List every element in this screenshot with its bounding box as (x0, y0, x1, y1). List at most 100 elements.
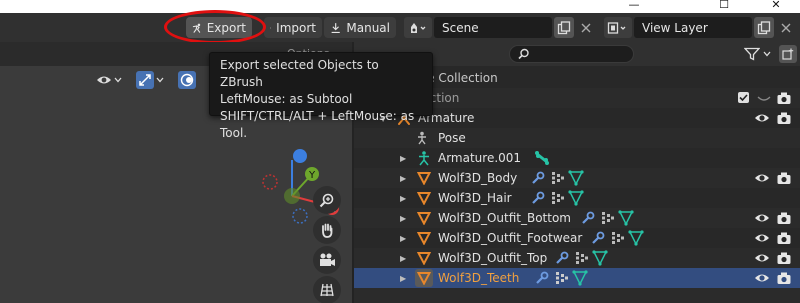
outliner-search-input[interactable] (509, 45, 634, 63)
maximize-button[interactable]: ☐ (704, 0, 744, 12)
wrench-modifier-icon (590, 230, 606, 246)
new-view-layer-button[interactable] (754, 17, 774, 38)
row-label: Wolf3D_Outfit_Footwear (438, 231, 583, 245)
mesh-icon (416, 250, 432, 266)
chevron-down-icon (114, 77, 122, 83)
expand-arrow-icon[interactable]: ▶ (400, 254, 406, 263)
visibility-dropdown[interactable] (92, 70, 126, 90)
new-collection-icon (782, 48, 794, 60)
mesh-icon (416, 210, 432, 226)
top-bar: Export Import Manual Scene View Layer (0, 13, 800, 42)
scene-type-dropdown[interactable] (404, 17, 432, 38)
expand-arrow-icon[interactable]: ▶ (400, 234, 406, 243)
outliner-row-wolf3d-outfit-top[interactable]: ▶ Wolf3D_Outfit_Top (354, 248, 800, 268)
camera-render-icon[interactable] (776, 270, 792, 286)
export-button[interactable]: Export (186, 17, 252, 38)
grid-icon (320, 283, 334, 297)
expand-arrow-icon[interactable]: ▶ (400, 174, 406, 183)
row-label: Pose (438, 131, 466, 145)
expand-arrow-icon[interactable]: ▶ (400, 194, 406, 203)
import-button[interactable]: Import (264, 17, 322, 38)
camera-view-button[interactable] (313, 246, 341, 274)
camera-render-icon[interactable] (776, 250, 792, 266)
eye-icon[interactable] (754, 110, 770, 126)
delete-scene-button[interactable] (576, 17, 596, 38)
vertex-groups-icon (554, 270, 570, 286)
minimize-button[interactable]: — (614, 0, 654, 12)
close-icon (781, 23, 791, 32)
eye-icon[interactable] (754, 250, 770, 266)
overlay-dropdown[interactable] (174, 70, 200, 90)
row-label: Wolf3D_Outfit_Top (438, 251, 548, 265)
expand-arrow-icon[interactable]: ▶ (400, 214, 406, 223)
eye-icon[interactable] (754, 170, 770, 186)
wrench-modifier-icon (554, 250, 570, 266)
gizmo-dropdown[interactable] (132, 70, 168, 90)
mesh-data-icon (568, 170, 584, 186)
view-layer-type-dropdown[interactable] (604, 17, 632, 38)
mesh-icon (416, 190, 432, 206)
expand-arrow-icon[interactable]: ▶ (400, 154, 406, 163)
vertex-groups-icon (550, 190, 566, 206)
eye-icon[interactable] (754, 210, 770, 226)
neg-y-axis-ball[interactable] (284, 188, 300, 204)
export-tooltip: Export selected Objects to ZBrush LeftMo… (209, 52, 433, 140)
chevron-down-icon (763, 51, 770, 57)
eye-icon (97, 76, 111, 84)
gizmo-toggle[interactable] (136, 71, 154, 89)
os-title-bar: — ☐ ✕ (0, 0, 800, 13)
mesh-icon (416, 230, 432, 246)
view-layer-name-field[interactable]: View Layer (634, 17, 752, 38)
zbrush-figure-icon (192, 23, 201, 33)
mesh-icon (416, 270, 432, 286)
manual-label: Manual (346, 20, 390, 35)
pan-button[interactable] (313, 216, 341, 244)
duplicate-icon (757, 20, 771, 34)
camera-render-icon[interactable] (776, 170, 792, 186)
camera-render-icon[interactable] (776, 210, 792, 226)
close-icon (581, 23, 591, 32)
new-scene-button[interactable] (554, 17, 574, 38)
zoom-button[interactable] (313, 186, 341, 214)
mesh-data-icon (618, 210, 634, 226)
z-axis-ball[interactable] (293, 149, 307, 163)
manual-button[interactable]: Manual (324, 17, 396, 38)
scene-name-field[interactable]: Scene (434, 17, 552, 38)
search-icon (518, 48, 529, 60)
outliner-row-wolf3d-outfit-bottom[interactable]: ▶ Wolf3D_Outfit_Bottom (354, 208, 800, 228)
wrench-modifier-icon (580, 210, 596, 226)
outliner-row-armature-001[interactable]: ▶ Armature.001 (354, 148, 800, 168)
tooltip-line-2: LeftMouse: as Subtool (220, 92, 353, 106)
new-collection-button[interactable] (779, 45, 797, 63)
import-label: Import (276, 20, 316, 35)
outliner-row-wolf3d-hair[interactable]: ▶ Wolf3D_Hair (354, 188, 800, 208)
neg-x-axis-ball[interactable] (262, 174, 278, 190)
outliner-row-wolf3d-body[interactable]: ▶ Wolf3D_Body (354, 168, 800, 188)
outliner-row-wolf3d-outfit-footwear[interactable]: ▶ Wolf3D_Outfit_Footwear (354, 228, 800, 248)
exclude-checkbox[interactable] (738, 92, 749, 103)
eye-icon[interactable] (754, 230, 770, 246)
outliner-filter-dropdown[interactable] (738, 45, 776, 63)
ortho-grid-button[interactable] (313, 276, 341, 303)
mesh-data-icon (568, 190, 584, 206)
gizmo-arrows-icon (139, 74, 151, 86)
camera-render-icon[interactable] (776, 110, 792, 126)
armature-icon (416, 150, 432, 166)
delete-view-layer-button[interactable] (776, 17, 796, 38)
bone-icon (534, 150, 550, 166)
overlay-toggle[interactable] (178, 71, 196, 89)
camera-render-icon[interactable] (776, 90, 792, 106)
close-window-button[interactable]: ✕ (756, 0, 796, 12)
vertex-groups-icon (574, 250, 590, 266)
camera-render-icon[interactable] (776, 230, 792, 246)
expand-arrow-icon[interactable]: ▶ (400, 274, 406, 283)
view-layer-name: View Layer (642, 20, 708, 35)
neg-z-axis-ball[interactable] (292, 208, 308, 224)
hide-in-viewport-icon[interactable] (756, 90, 772, 106)
hand-icon (322, 223, 333, 238)
camera-icon (320, 253, 335, 266)
overlay-icon (180, 73, 194, 87)
y-axis-label: Y (308, 170, 316, 181)
eye-icon[interactable] (754, 270, 770, 286)
outliner-row-wolf3d-teeth[interactable]: ▶ Wolf3D_Teeth (354, 268, 800, 288)
